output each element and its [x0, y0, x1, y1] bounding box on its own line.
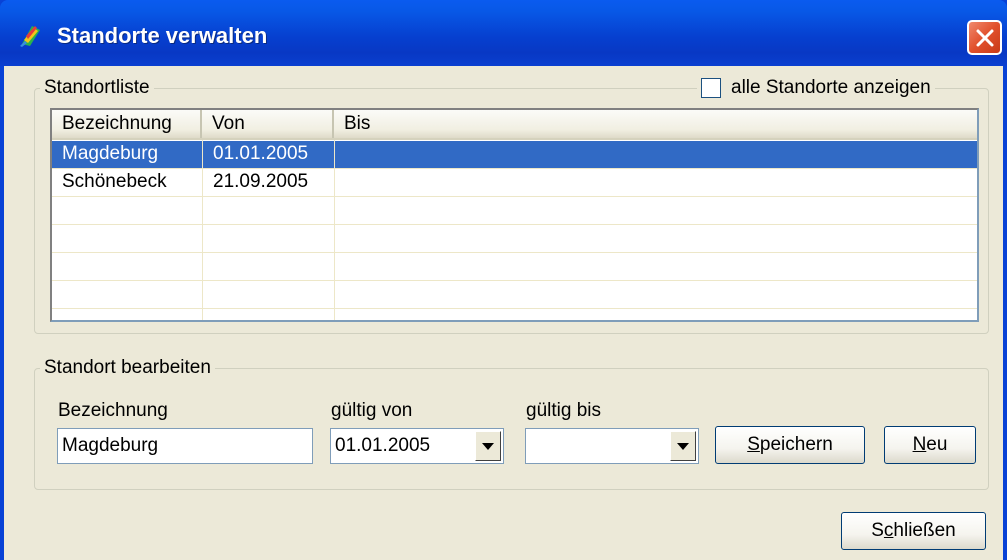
valid-to-dropdown-button[interactable] — [670, 431, 696, 461]
close-icon — [976, 29, 993, 46]
dialog-client-area: Standortliste alle Standorte anzeigen Be… — [4, 66, 1003, 560]
valid-to-label: gültig bis — [526, 400, 601, 421]
cell-bezeichnung: Magdeburg — [62, 143, 159, 164]
new-label: eu — [926, 434, 948, 455]
location-list[interactable]: Bezeichnung Von Bis Magdeburg 01.01.2005… — [50, 108, 979, 322]
show-all-checkbox-row[interactable]: alle Standorte anzeigen — [697, 77, 935, 99]
table-row[interactable]: Magdeburg 01.01.2005 — [52, 141, 977, 169]
cell-bezeichnung: Schönebeck — [62, 171, 167, 192]
dialog-window: Standorte verwalten Standortliste alle S… — [0, 0, 1007, 560]
list-header: Bezeichnung Von Bis — [52, 110, 977, 140]
valid-from-dropdown-button[interactable] — [475, 431, 501, 461]
close-window-button[interactable] — [967, 20, 1002, 55]
close-button[interactable]: Sc hließen — [841, 512, 986, 550]
valid-from-label: gültig von — [331, 400, 413, 421]
cell-bis — [335, 169, 345, 196]
column-header-bis[interactable]: Bis — [334, 110, 977, 138]
save-button[interactable]: Speichern — [715, 426, 865, 464]
valid-from-value: 01.01.2005 — [335, 435, 431, 456]
valid-from-datepicker[interactable]: 01.01.2005 — [330, 428, 504, 464]
empty-row — [52, 225, 977, 253]
edit-location-legend: Standort bearbeiten — [40, 357, 215, 379]
close-label-start: S — [871, 520, 884, 541]
cell-bis — [335, 141, 345, 168]
empty-row — [52, 197, 977, 225]
save-label: peichern — [759, 434, 833, 455]
column-gridline — [334, 140, 335, 320]
name-input[interactable]: Magdeburg — [57, 428, 313, 464]
close-mnemonic: c — [883, 520, 894, 541]
title-bar[interactable]: Standorte verwalten — [0, 0, 1007, 66]
save-mnemonic: S — [747, 434, 760, 455]
cell-von: 01.01.2005 — [213, 143, 309, 164]
table-row[interactable]: Schönebeck 21.09.2005 — [52, 169, 977, 197]
empty-row — [52, 281, 977, 309]
column-header-von[interactable]: Von — [202, 110, 334, 138]
window-title: Standorte verwalten — [57, 23, 268, 48]
cell-von: 21.09.2005 — [213, 171, 309, 192]
new-mnemonic: N — [912, 434, 927, 455]
close-label: hließen — [893, 520, 956, 541]
empty-row — [52, 253, 977, 281]
chevron-down-icon — [677, 442, 689, 450]
location-list-legend: Standortliste — [40, 77, 154, 99]
show-all-checkbox[interactable] — [701, 78, 721, 98]
column-gridline — [202, 140, 203, 320]
valid-to-datepicker[interactable] — [525, 428, 699, 464]
app-icon — [20, 26, 40, 47]
column-header-bezeichnung[interactable]: Bezeichnung — [52, 110, 202, 138]
chevron-down-icon — [482, 442, 494, 450]
new-button[interactable]: Neu — [884, 426, 976, 464]
show-all-label: alle Standorte anzeigen — [731, 77, 931, 98]
name-label: Bezeichnung — [58, 400, 168, 421]
